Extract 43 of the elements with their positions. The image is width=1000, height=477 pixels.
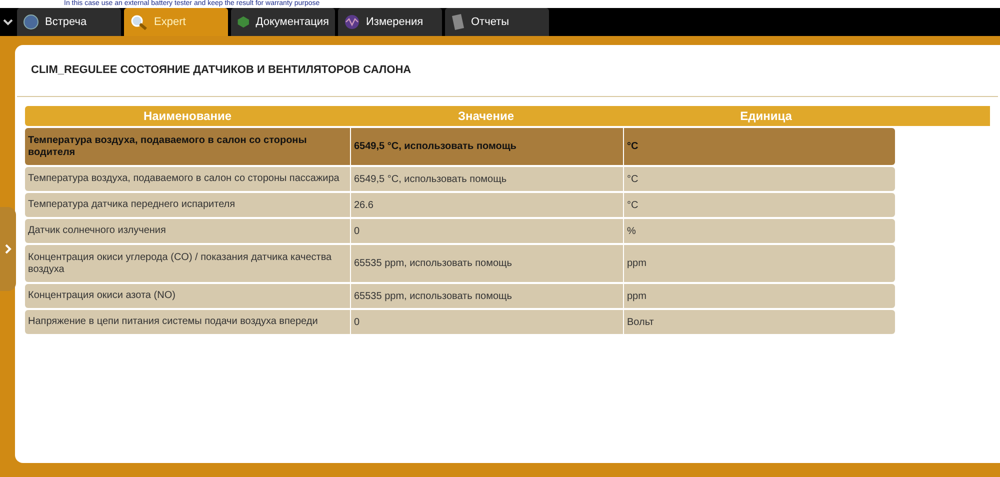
table-row[interactable]: Датчик солнечного излучения 0 %	[25, 219, 893, 243]
table-cell: ppm	[624, 284, 895, 308]
tab[interactable]: Измерения	[338, 8, 442, 36]
table-cell: 6549,5 °C, использовать помощь	[351, 128, 623, 165]
globe-icon	[23, 14, 39, 30]
panel-title: CLIM_REGULEE СОСТОЯНИЕ ДАТЧИКОВ И ВЕНТИЛЯТОРОВ САЛОНА	[31, 63, 412, 78]
table-row[interactable]: Напряжение в цепи питания системы подачи воздуха впереди 0 Вольт	[25, 310, 893, 334]
table-cell: °C	[624, 128, 895, 165]
table-cell: 26.6	[351, 193, 623, 217]
table-cell: Напряжение в цепи питания системы подачи воздуха впереди	[25, 310, 350, 334]
column-header: Значение	[456, 108, 516, 125]
table-cell: 0	[351, 219, 623, 243]
table-cell: 65535 ppm, использовать помощь	[351, 284, 623, 308]
tab[interactable]: Встреча	[17, 8, 121, 36]
waveform-icon	[344, 14, 360, 30]
magnifier-icon	[130, 14, 148, 30]
table-row[interactable]: Температура датчика переднего испарителя 26.6 °C	[25, 193, 893, 217]
tab[interactable]: Отчеты	[445, 8, 549, 36]
table-cell: °C	[624, 167, 895, 191]
chevron-right-icon	[4, 244, 12, 254]
table-cell: Концентрация окиси углерода (CO) / показания датчика качества воздуха	[25, 245, 350, 282]
table-cell: Вольт	[624, 310, 895, 334]
column-header: Наименование	[142, 108, 233, 125]
table-cell: %	[624, 219, 895, 243]
side-expand-button[interactable]	[0, 207, 16, 291]
cube-icon	[237, 14, 250, 30]
table-cell: 6549,5 °C, использовать помощь	[351, 167, 623, 191]
table-cell: ppm	[624, 245, 895, 282]
table-cell: 65535 ppm, использовать помощь	[351, 245, 623, 282]
table-cell: Температура воздуха, подаваемого в салон со стороны пассажира	[25, 167, 350, 191]
tab[interactable]: Документация	[231, 8, 335, 36]
table-cell: Концентрация окиси азота (NO)	[25, 284, 350, 308]
column-header: Единица	[739, 108, 793, 125]
table-row[interactable]: Температура воздуха, подаваемого в салон со стороны водителя 6549,5 °C, использовать помощь °C	[25, 128, 893, 165]
table-cell: Температура воздуха, подаваемого в салон со стороны водителя	[25, 128, 350, 165]
document-icon	[451, 14, 465, 30]
table-cell: Температура датчика переднего испарителя	[25, 193, 350, 217]
table-cell: 0	[351, 310, 623, 334]
table-cell: Датчик солнечного излучения	[25, 219, 350, 243]
table-row[interactable]: Концентрация окиси углерода (CO) / показания датчика качества воздуха 65535 ppm, использовать помощь ppm	[25, 245, 893, 282]
table-row[interactable]: Температура воздуха, подаваемого в салон со стороны пассажира 6549,5 °C, использовать помощь °C	[25, 167, 893, 191]
table-cell: °C	[624, 193, 895, 217]
table-row[interactable]: Концентрация окиси азота (NO) 65535 ppm, использовать помощь ppm	[25, 284, 893, 308]
